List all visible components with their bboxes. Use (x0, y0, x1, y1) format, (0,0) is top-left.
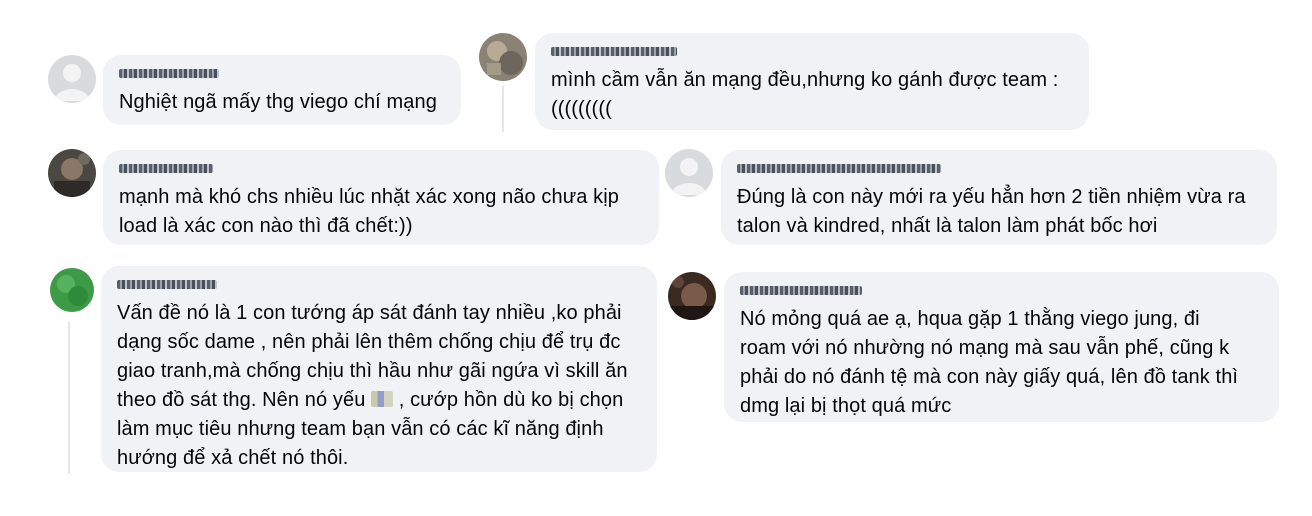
comment-bubble: Vấn đề nó là 1 con tướng áp sát đánh tay… (101, 266, 657, 472)
comment-bubble: Nghiệt ngã mấy thg viego chí mạng (103, 55, 461, 125)
comment-text: mình cầm vẫn ăn mạng đều,nhưng ko gánh đ… (551, 69, 1059, 120)
commenter-name[interactable] (119, 162, 643, 174)
commenter-name[interactable] (740, 284, 1263, 296)
comment-bubble: mình cầm vẫn ăn mạng đều,nhưng ko gánh đ… (535, 33, 1089, 130)
comment-text: Nghiệt ngã mấy thg viego chí mạng (119, 91, 437, 113)
user-avatar-icon[interactable] (48, 55, 96, 103)
thread-line (68, 322, 70, 474)
comment-text: Đúng là con này mới ra yếu hẳn hơn 2 tiề… (737, 186, 1246, 237)
user-avatar-icon[interactable] (479, 33, 527, 81)
commenter-name[interactable] (119, 67, 445, 79)
user-avatar-icon[interactable] (665, 149, 713, 197)
comment-bubble: Đúng là con này mới ra yếu hẳn hơn 2 tiề… (721, 150, 1277, 245)
user-avatar-icon[interactable] (48, 149, 96, 197)
comment-text: Nó mỏng quá ae ạ, hqua gặp 1 thằng viego… (740, 308, 1239, 417)
comment-text: Vấn đề nó là 1 con tướng áp sát đánh tay… (117, 302, 628, 469)
thread-line (502, 86, 504, 132)
commenter-name[interactable] (737, 162, 1261, 174)
user-avatar-icon[interactable] (48, 266, 96, 314)
emoji-icon (371, 391, 394, 407)
user-avatar-icon[interactable] (668, 272, 716, 320)
comment-bubble: Nó mỏng quá ae ạ, hqua gặp 1 thằng viego… (724, 272, 1279, 422)
comment-text: mạnh mà khó chs nhiều lúc nhặt xác xong … (119, 186, 619, 237)
comment-bubble: mạnh mà khó chs nhiều lúc nhặt xác xong … (103, 150, 659, 245)
commenter-name[interactable] (551, 45, 1073, 57)
commenter-name[interactable] (117, 278, 641, 290)
